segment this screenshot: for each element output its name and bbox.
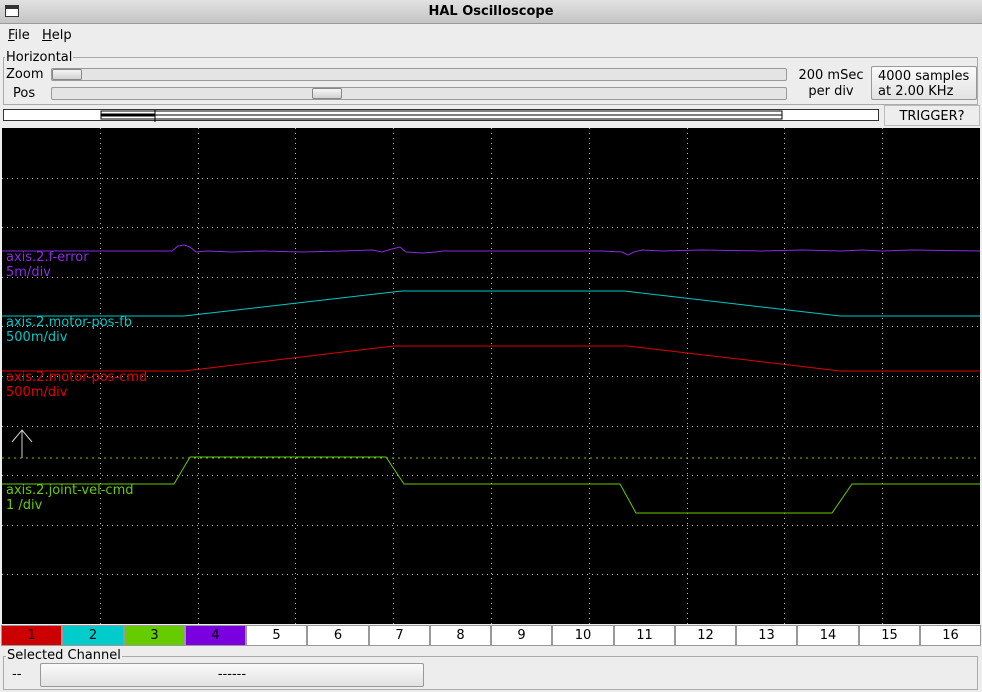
channel-scale-motor-pos-cmd: 500m/div: [6, 385, 68, 400]
pos-slider[interactable]: [51, 87, 787, 100]
horizontal-frame-label: Horizontal: [5, 50, 74, 65]
scope-plot: [2, 128, 980, 624]
channel-button-14[interactable]: 14: [797, 625, 859, 646]
samples-button[interactable]: 4000 samples at 2.00 KHz: [871, 66, 977, 100]
zoom-slider[interactable]: [51, 68, 787, 81]
rate-line-1: 200 mSec: [798, 68, 864, 83]
channel-button-1[interactable]: 1: [1, 625, 62, 646]
menu-help-label: elp: [51, 28, 72, 43]
menu-bar: File Help: [0, 24, 982, 46]
channel-scale-motor-pos-fb: 500m/div: [6, 330, 68, 345]
rate-readout[interactable]: 200 mSec per div: [790, 68, 872, 100]
selected-channel-button[interactable]: ------: [40, 663, 424, 687]
channel-button-7[interactable]: 7: [369, 625, 430, 646]
menu-help[interactable]: Help: [42, 28, 72, 43]
channel-name-joint-vel-cmd: axis.2.joint-vel-cmd: [6, 483, 134, 498]
menu-file-label: ile: [14, 28, 30, 43]
samples-line-2: at 2.00 KHz: [878, 84, 954, 99]
trace-joint-vel-cmd: [2, 456, 980, 514]
channel-label-motor-pos-fb: axis.2.motor-pos-fb 500m/div: [6, 315, 132, 345]
zoom-label: Zoom: [6, 67, 44, 82]
pos-label: Pos: [13, 86, 36, 101]
channel-button-12[interactable]: 12: [675, 625, 736, 646]
channel-button-3[interactable]: 3: [124, 625, 185, 646]
channel-button-5[interactable]: 5: [246, 625, 307, 646]
channel-scale-f-error: 5m/div: [6, 265, 51, 280]
menu-help-mnemonic: H: [42, 28, 52, 43]
scope-grid: [2, 128, 980, 624]
rate-line-2: per div: [808, 84, 854, 99]
channel-button-4[interactable]: 4: [185, 625, 246, 646]
title-bar: HAL Oscilloscope: [0, 0, 982, 24]
channel-button-bar: 1 2 3 4 5 6 7 8 9 10 11 12 13 14 15 16: [0, 625, 982, 647]
record-overview-bar[interactable]: [3, 106, 879, 124]
trigger-button[interactable]: TRIGGER?: [884, 105, 980, 126]
channel-button-9[interactable]: 9: [491, 625, 552, 646]
channel-button-10[interactable]: 10: [552, 625, 614, 646]
selected-channel-value: --: [12, 667, 22, 682]
channel-button-13[interactable]: 13: [736, 625, 797, 646]
scope-display[interactable]: axis.2.f-error 5m/div axis.2.motor-pos-f…: [2, 128, 980, 624]
pos-slider-thumb[interactable]: [312, 88, 343, 99]
channel-button-16[interactable]: 16: [920, 625, 981, 646]
channel-button-8[interactable]: 8: [430, 625, 491, 646]
channel-scale-joint-vel-cmd: 1 /div: [6, 498, 43, 513]
menu-file[interactable]: File: [8, 28, 30, 43]
samples-line-1: 4000 samples: [878, 69, 970, 84]
channel-button-15[interactable]: 15: [859, 625, 920, 646]
zoom-slider-thumb[interactable]: [52, 69, 82, 80]
channel-name-motor-pos-cmd: axis.2.motor-pos-cmd: [6, 370, 148, 385]
channel-label-f-error: axis.2.f-error 5m/div: [6, 250, 89, 280]
trigger-level-arrow: [11, 429, 33, 458]
channel-name-f-error: axis.2.f-error: [6, 250, 89, 265]
channel-button-2[interactable]: 2: [62, 625, 124, 646]
record-overview-graphic: [100, 106, 783, 124]
channel-label-motor-pos-cmd: axis.2.motor-pos-cmd 500m/div: [6, 370, 147, 400]
channel-label-joint-vel-cmd: axis.2.joint-vel-cmd 1 /div: [6, 483, 134, 513]
channel-button-6[interactable]: 6: [307, 625, 369, 646]
channel-name-motor-pos-fb: axis.2.motor-pos-fb: [6, 315, 132, 330]
channel-button-11[interactable]: 11: [614, 625, 675, 646]
window-title: HAL Oscilloscope: [428, 4, 554, 19]
selected-channel-label: Selected Channel: [6, 648, 122, 663]
